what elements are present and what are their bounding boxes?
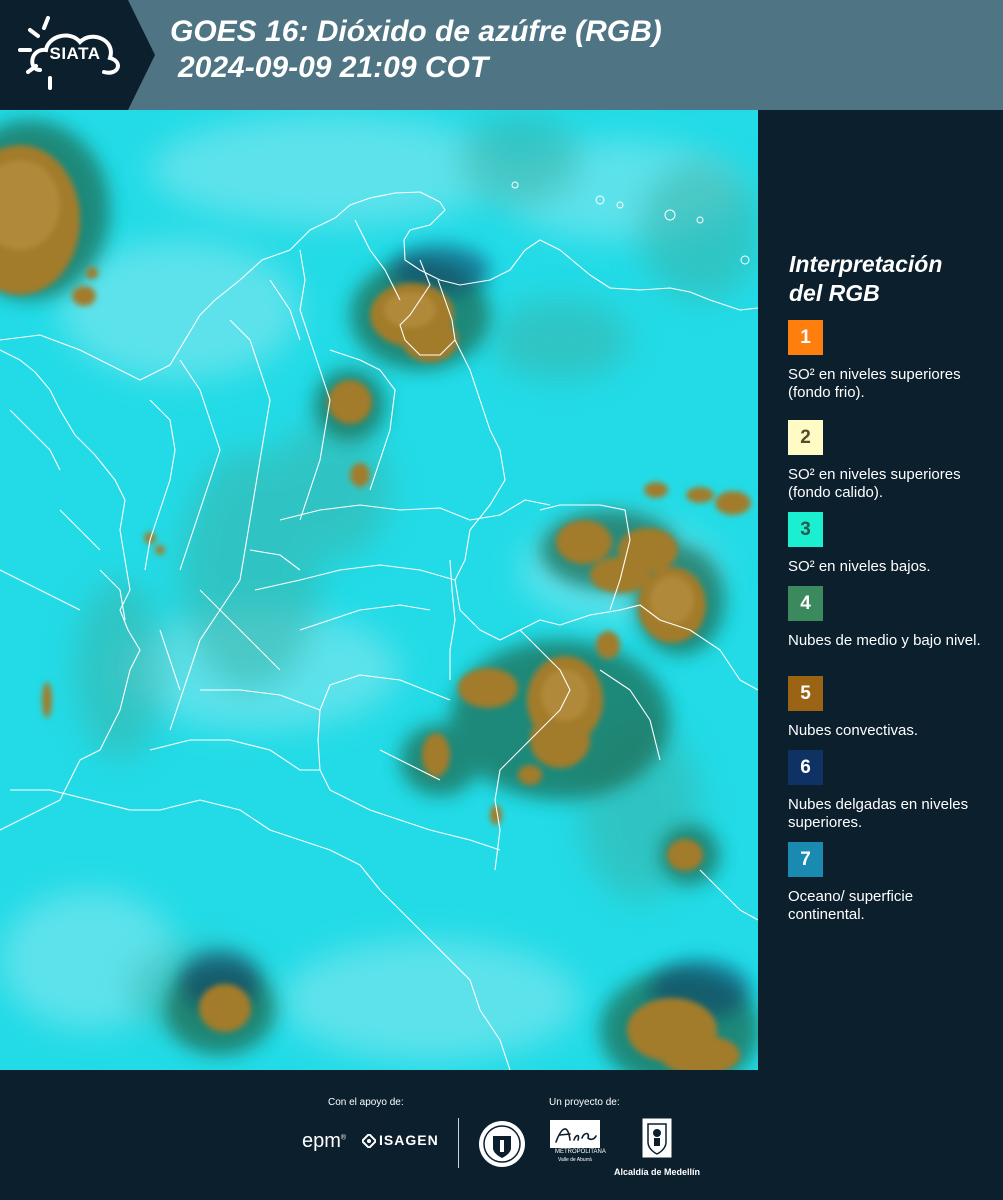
project-label: Un proyecto de: (549, 1097, 620, 1108)
alcaldia-crest-icon (642, 1118, 672, 1158)
alcaldia-logo: Alcaldía de Medellín (612, 1118, 702, 1177)
legend-swatch-1: 1 (788, 320, 823, 355)
isagen-logo: ISAGEN (360, 1132, 439, 1150)
legend-item-6: 6 Nubes delgadas en niveles superiores. (788, 750, 988, 832)
legend-item-1: 1 SO² en niveles superiores (fondo frio)… (788, 320, 988, 402)
title-product: GOES 16: Dióxido de azúfre (RGB) (170, 15, 662, 48)
legend-item-3: 3 SO² en niveles bajos. (788, 512, 988, 576)
legend-title: Interpretación del RGB (789, 251, 943, 306)
legend-label-2: SO² en niveles superiores (fondo calido)… (788, 466, 961, 501)
legend-item-5: 5 Nubes convectivas. (788, 676, 988, 740)
satellite-map[interactable] (0, 110, 758, 1070)
legend-label-1: SO² en niveles superiores (fondo frio). (788, 366, 961, 401)
support-label: Con el apoyo de: (328, 1097, 404, 1108)
satellite-image (0, 110, 758, 1070)
footer-divider (458, 1118, 459, 1168)
legend-item-2: 2 SO² en niveles superiores (fondo calid… (788, 420, 988, 502)
legend-swatch-4: 4 (788, 586, 823, 621)
legend-swatch-5: 5 (788, 676, 823, 711)
page-title: GOES 16: Dióxido de azúfre (RGB) 2024-09… (170, 14, 662, 86)
legend-label-4: Nubes de medio y bajo nivel. (788, 632, 981, 649)
isagen-mark-icon (360, 1132, 378, 1150)
legend-label-6: Nubes delgadas en niveles superiores. (788, 796, 969, 831)
medellin-seal-logo (478, 1120, 526, 1173)
legend-swatch-6: 6 (788, 750, 823, 785)
legend-swatch-7: 7 (788, 842, 823, 877)
epm-logo: epm® (302, 1130, 347, 1152)
title-timestamp: 2024-09-09 21:09 COT (178, 51, 489, 84)
legend-label-5: Nubes convectivas. (788, 722, 919, 739)
legend-item-4: 4 Nubes de medio y bajo nivel. (788, 586, 988, 650)
seal-icon (479, 1121, 525, 1167)
legend-label-3: SO² en niveles bajos. (788, 558, 931, 575)
siata-logo: SIATA (0, 0, 155, 110)
area-script-icon (550, 1120, 600, 1148)
legend-item-7: 7 Oceano/ superficie continental. (788, 842, 988, 924)
siata-logo-text: SIATA (49, 44, 101, 63)
legend-swatch-2: 2 (788, 420, 823, 455)
legend-panel: Interpretación del RGB 1 SO² en niveles … (760, 110, 1003, 1070)
header-bar: SIATA GOES 16: Dióxido de azúfre (RGB) 2… (0, 0, 1003, 110)
legend-swatch-3: 3 (788, 512, 823, 547)
footer: Con el apoyo de: Un proyecto de: epm® IS… (0, 1070, 1003, 1200)
legend-label-7: Oceano/ superficie continental. (788, 888, 914, 923)
area-metropolitana-logo: METROPOLITANA Valle de Aburrá (550, 1120, 606, 1163)
